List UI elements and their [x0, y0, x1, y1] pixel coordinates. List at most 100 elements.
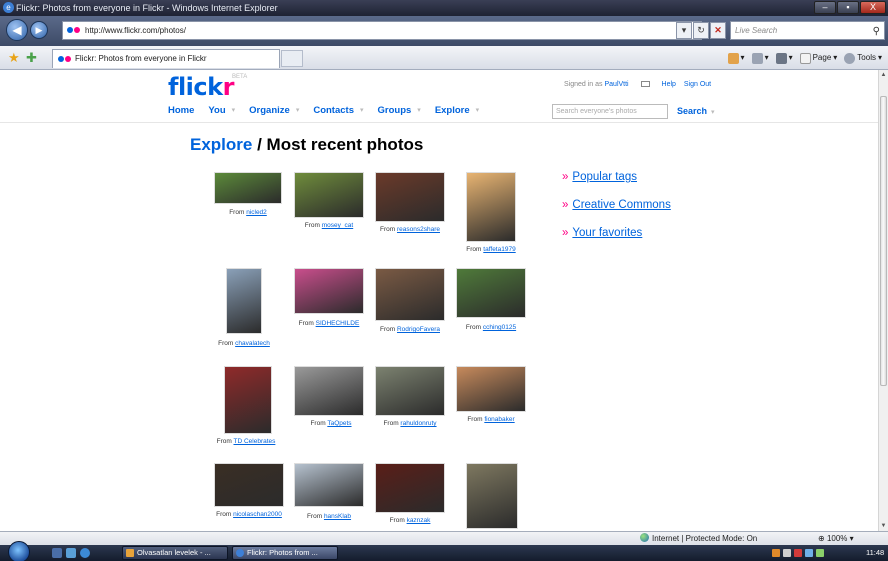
photo-thumbnail[interactable] — [214, 172, 282, 204]
photo-owner-link[interactable]: cching0125 — [483, 324, 516, 331]
photo-owner-link[interactable]: mosey_cat — [322, 222, 353, 229]
sign-out-link[interactable]: Sign Out — [684, 81, 711, 88]
home-command[interactable]: ▾ — [727, 51, 745, 65]
tray-help-icon[interactable] — [783, 549, 791, 557]
photo-owner-link[interactable]: kaznzak — [407, 517, 431, 524]
zoom-level[interactable]: ⊕ 100% ▾ — [818, 532, 854, 545]
add-favorites-icon[interactable]: ✚ — [26, 50, 37, 66]
live-search-placeholder: Live Search — [735, 26, 778, 35]
photo-owner-link[interactable]: hansKlab — [324, 513, 351, 520]
photo-thumbnail[interactable] — [375, 268, 445, 321]
photo-owner-link[interactable]: fionabaker — [484, 416, 514, 423]
switch-windows-icon[interactable] — [66, 548, 76, 558]
minimize-button[interactable]: – — [814, 1, 836, 14]
show-desktop-icon[interactable] — [52, 548, 62, 558]
photo-thumbnail[interactable] — [375, 172, 445, 222]
photo-owner-link[interactable]: nicolaschan2000 — [233, 511, 282, 518]
close-button[interactable]: X — [860, 1, 886, 14]
start-button[interactable] — [8, 541, 30, 561]
popular-tags-link[interactable]: » Popular tags — [562, 170, 637, 184]
maximize-button[interactable]: ▪ — [837, 1, 859, 14]
address-dropdown-icon[interactable]: ▾ — [676, 22, 692, 39]
photo-owner-link[interactable]: TaQpets — [327, 420, 351, 427]
mail-icon[interactable] — [640, 81, 650, 88]
nav-organize[interactable]: Organize ▾ — [249, 105, 299, 117]
nav-contacts[interactable]: Contacts ▾ — [313, 105, 363, 117]
forward-button[interactable]: ▶ — [30, 21, 48, 39]
photo-thumbnail[interactable] — [214, 463, 284, 507]
address-bar[interactable]: http://www.flickr.com/photos/ — [62, 21, 702, 40]
feeds-command[interactable]: ▾ — [751, 51, 769, 65]
explore-link[interactable]: Explore — [190, 135, 252, 154]
photo-caption: From taffeta1979 — [452, 246, 530, 254]
photo-owner-link[interactable]: rahuldonruty — [400, 420, 436, 427]
photo-thumbnail[interactable] — [226, 268, 262, 334]
photo-owner-link[interactable]: SIDHECHILDE — [316, 320, 360, 327]
new-tab-button[interactable] — [281, 50, 303, 67]
address-row: ◀ ▶ http://www.flickr.com/photos/ ▾ ↻ ✕ … — [0, 16, 888, 46]
taskbar-item-flickr[interactable]: Flickr: Photos from ... — [232, 546, 338, 560]
scrollbar-thumb[interactable] — [880, 96, 887, 386]
tray-app-icon[interactable] — [772, 549, 780, 557]
scroll-up-icon[interactable]: ▲ — [879, 70, 888, 80]
photo-thumbnail[interactable] — [294, 268, 364, 314]
chevron-down-icon: ▾ — [475, 107, 480, 114]
photo-caption: From rahuldonruty — [372, 420, 448, 428]
chevron-down-icon: ▾ — [417, 107, 421, 114]
flickr-logo[interactable]: flickr — [168, 74, 234, 100]
tray-security-icon[interactable] — [794, 549, 802, 557]
system-tray — [772, 545, 824, 561]
photo-thumbnail[interactable] — [294, 172, 364, 218]
photo-owner-link[interactable]: TD Celebrates — [233, 438, 275, 445]
title-bar: e Flickr: Photos from everyone in Flickr… — [0, 0, 888, 16]
photo-thumbnail[interactable] — [466, 172, 516, 242]
nav-home[interactable]: Home — [168, 105, 194, 117]
photo-thumbnail[interactable] — [375, 366, 445, 416]
ie-quicklaunch-icon[interactable] — [80, 548, 90, 558]
refresh-icon[interactable]: ↻ — [693, 22, 709, 39]
photo-thumbnail[interactable] — [375, 463, 445, 513]
photo-caption: From chavalatech — [212, 340, 276, 348]
photo-owner-link[interactable]: reasons2share — [397, 226, 440, 233]
signed-in-user[interactable]: PaulVtti — [604, 81, 628, 88]
caption-from: From — [298, 320, 314, 327]
site-search-button[interactable]: Search ▾ — [677, 104, 715, 120]
photo-thumbnail[interactable] — [456, 366, 526, 412]
caption-from: From — [304, 222, 320, 229]
tools-menu-label: Tools — [857, 53, 876, 62]
taskbar-item-mail[interactable]: Olvasatlan levelek - ... — [122, 546, 228, 560]
creative-commons-link[interactable]: » Creative Commons — [562, 198, 671, 212]
page-content: flickr BETA Home You ▾ Organize ▾ Contacts… — [0, 70, 878, 531]
page-menu[interactable]: Page ▾ — [799, 51, 837, 65]
nav-explore[interactable]: Explore ▾ — [435, 105, 479, 117]
tab-flickr[interactable]: Flickr: Photos from everyone in Flickr — [52, 49, 280, 68]
tools-menu[interactable]: Tools ▾ — [844, 51, 882, 65]
vertical-scrollbar[interactable]: ▲ ▼ — [878, 70, 888, 531]
photo-thumbnail[interactable] — [224, 366, 272, 434]
print-command[interactable]: ▾ — [775, 51, 793, 65]
favorites-star-icon[interactable]: ★ — [8, 50, 20, 66]
status-bar: Internet | Protected Mode: On ⊕ 100% ▾ — [0, 531, 888, 545]
photo-thumbnail[interactable] — [294, 366, 364, 416]
photo-owner-link[interactable]: RodrigoFavera — [397, 326, 440, 333]
help-link[interactable]: Help — [662, 81, 676, 88]
security-zone[interactable]: Internet | Protected Mode: On — [640, 532, 757, 545]
your-favorites-link[interactable]: » Your favorites — [562, 226, 642, 240]
photo-thumbnail[interactable] — [456, 268, 526, 318]
stop-icon[interactable]: ✕ — [710, 22, 726, 39]
network-icon[interactable] — [805, 549, 813, 557]
live-search-input[interactable]: Live Search ⚲ — [730, 21, 885, 40]
scroll-down-icon[interactable]: ▼ — [879, 521, 888, 531]
nav-you[interactable]: You ▾ — [208, 105, 235, 117]
photo-thumbnail[interactable] — [466, 463, 518, 529]
back-button[interactable]: ◀ — [6, 19, 28, 41]
photo-thumbnail[interactable] — [294, 463, 364, 507]
photo-owner-link[interactable]: nicled2 — [246, 209, 267, 216]
nav-groups[interactable]: Groups ▾ — [378, 105, 421, 117]
photo-owner-link[interactable]: chavalatech — [235, 340, 270, 347]
site-search-input[interactable]: Search everyone's photos — [552, 104, 668, 119]
photo-owner-link[interactable]: taffeta1979 — [483, 246, 515, 253]
search-icon[interactable]: ⚲ — [873, 23, 880, 40]
volume-icon[interactable] — [816, 549, 824, 557]
photo-caption: From mosey_cat — [290, 222, 368, 230]
